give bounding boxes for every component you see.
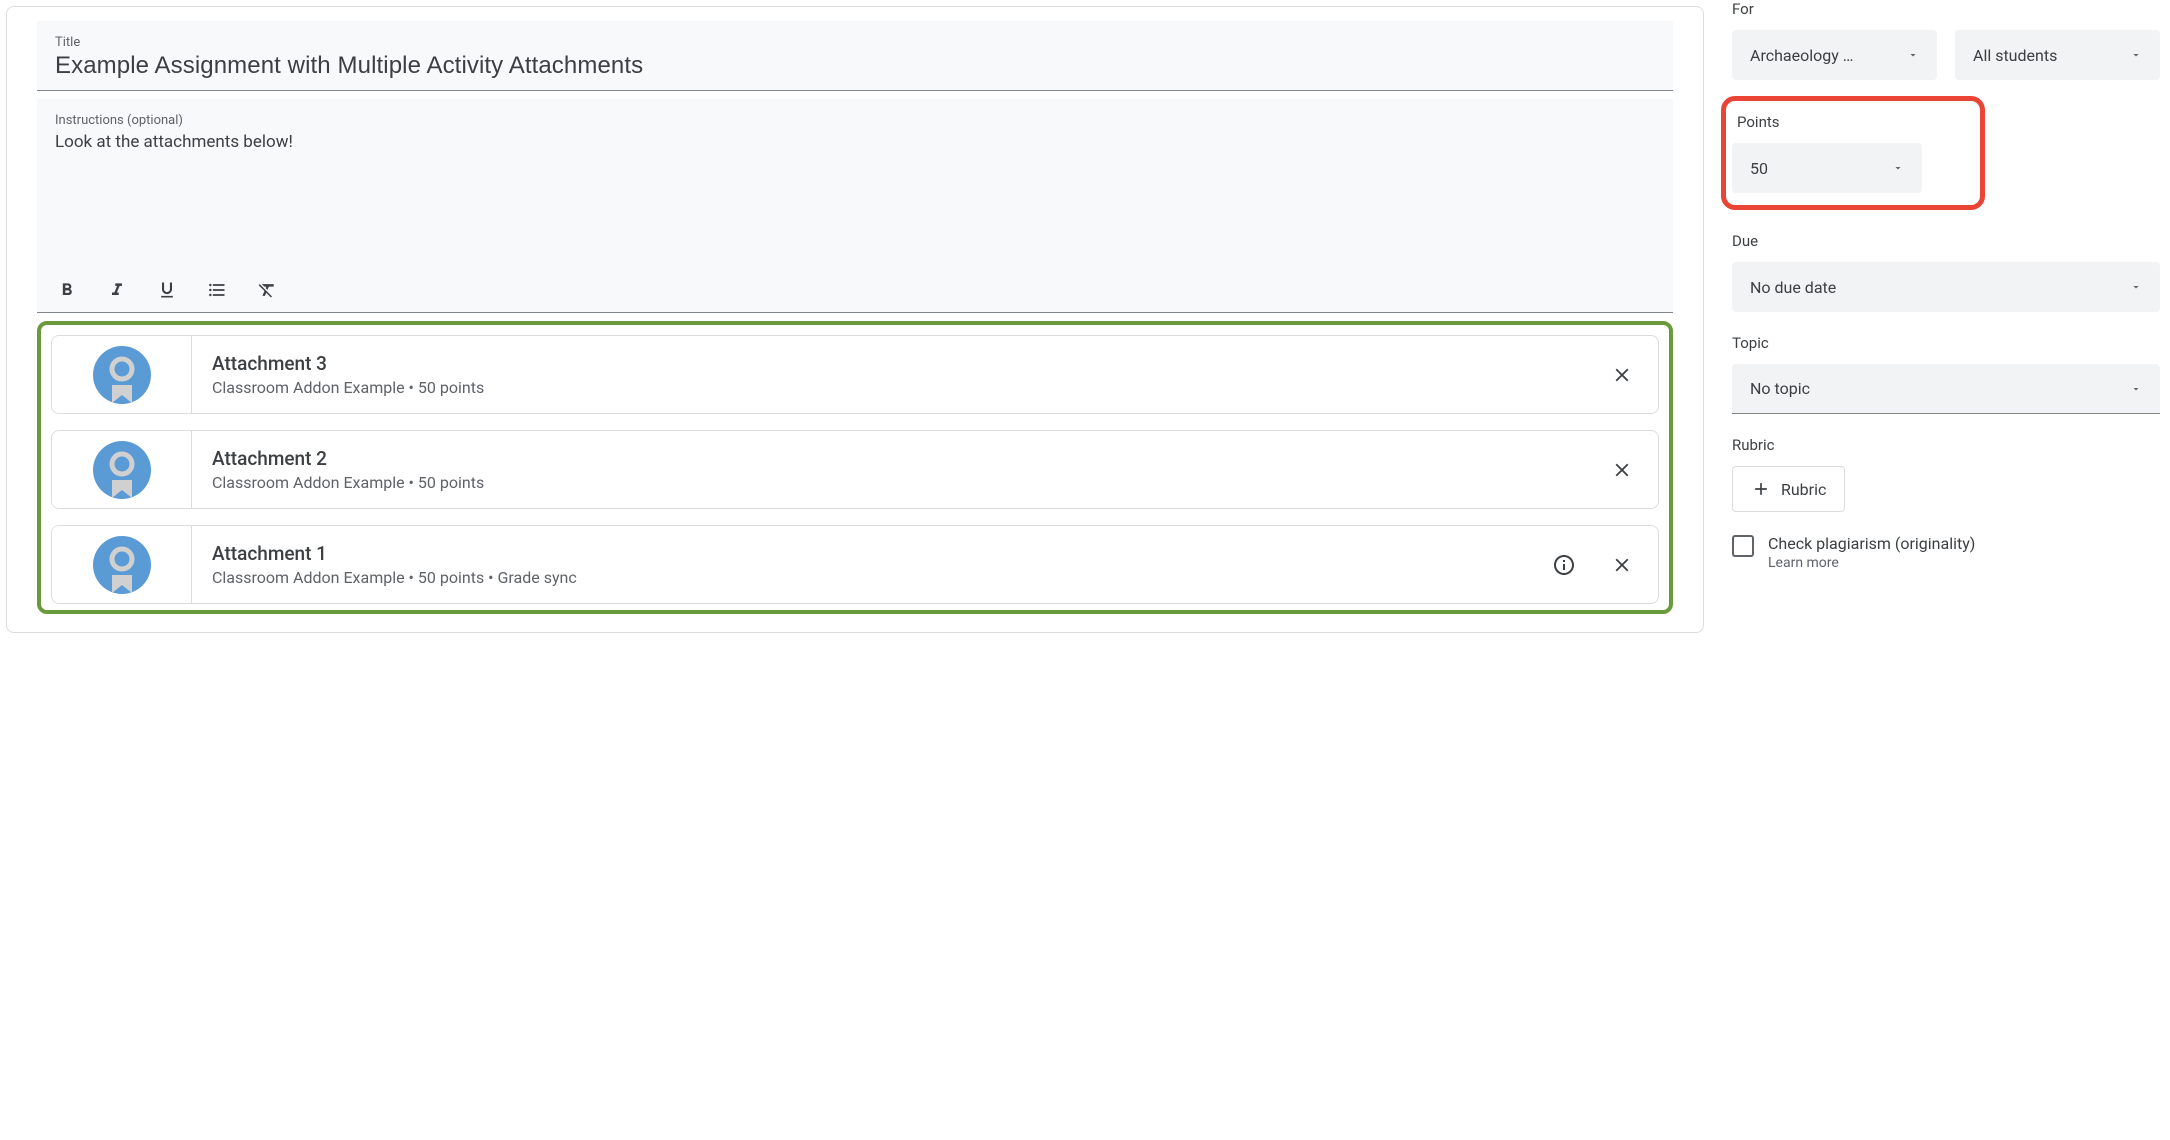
points-label: Points: [1737, 113, 1922, 131]
italic-button[interactable]: [105, 278, 129, 302]
rubric-button-label: Rubric: [1781, 480, 1826, 499]
addon-icon: [92, 535, 152, 595]
class-selector-value: Archaeology …: [1750, 46, 1853, 65]
due-date-dropdown[interactable]: No due date: [1732, 262, 2160, 312]
attachment-meta: Classroom Addon Example • 50 points • Gr…: [212, 568, 1530, 587]
add-rubric-button[interactable]: Rubric: [1732, 466, 1845, 512]
underline-button[interactable]: [155, 278, 179, 302]
plagiarism-checkbox[interactable]: [1732, 535, 1754, 557]
chevron-down-icon: [2130, 281, 2142, 293]
addon-icon: [92, 440, 152, 500]
attachment-card: Attachment 2 Classroom Addon Example • 5…: [51, 430, 1659, 509]
remove-attachment-button[interactable]: [1608, 551, 1636, 579]
assignment-editor-card: Title Instructions (optional): [6, 6, 1704, 633]
attachments-area: Attachment 3 Classroom Addon Example • 5…: [37, 321, 1673, 614]
attachment-info-button[interactable]: [1550, 551, 1578, 579]
chevron-down-icon: [1892, 162, 1904, 174]
plus-icon: [1751, 479, 1771, 499]
points-dropdown[interactable]: 50: [1732, 143, 1922, 193]
due-date-value: No due date: [1750, 278, 1836, 297]
addon-icon: [92, 345, 152, 405]
students-selector-value: All students: [1973, 46, 2057, 65]
bold-button[interactable]: [55, 278, 79, 302]
chevron-down-icon: [1907, 49, 1919, 61]
chevron-down-icon: [2130, 49, 2142, 61]
attachment-title: Attachment 1: [212, 542, 1530, 565]
title-label: Title: [55, 35, 1655, 50]
remove-attachment-button[interactable]: [1608, 361, 1636, 389]
formatting-toolbar: [37, 266, 1673, 313]
remove-attachment-button[interactable]: [1608, 456, 1636, 484]
attachment-card: Attachment 1 Classroom Addon Example • 5…: [51, 525, 1659, 604]
class-selector-dropdown[interactable]: Archaeology …: [1732, 30, 1937, 80]
students-selector-dropdown[interactable]: All students: [1955, 30, 2160, 80]
assignment-settings-sidebar: For Archaeology … All students Points 50: [1710, 0, 2170, 639]
close-icon: [1611, 364, 1633, 386]
attachment-thumbnail: [52, 526, 192, 603]
attachment-title: Attachment 3: [212, 352, 1588, 375]
title-input[interactable]: [55, 52, 1655, 80]
attachment-title: Attachment 2: [212, 447, 1588, 470]
instructions-label: Instructions (optional): [55, 113, 1655, 128]
points-value: 50: [1750, 159, 1768, 178]
bullet-list-button[interactable]: [205, 278, 229, 302]
clear-formatting-button[interactable]: [255, 278, 279, 302]
title-field[interactable]: Title: [37, 21, 1673, 91]
for-label: For: [1732, 0, 2160, 18]
attachment-thumbnail: [52, 431, 192, 508]
attachment-meta: Classroom Addon Example • 50 points: [212, 473, 1588, 492]
close-icon: [1611, 459, 1633, 481]
attachment-card: Attachment 3 Classroom Addon Example • 5…: [51, 335, 1659, 414]
close-icon: [1611, 554, 1633, 576]
topic-value: No topic: [1750, 379, 1810, 398]
topic-dropdown[interactable]: No topic: [1732, 364, 2160, 414]
attachment-meta: Classroom Addon Example • 50 points: [212, 378, 1588, 397]
topic-label: Topic: [1732, 334, 2160, 352]
instructions-input[interactable]: [55, 132, 1655, 252]
learn-more-link[interactable]: Learn more: [1768, 555, 1975, 571]
plagiarism-label: Check plagiarism (originality): [1768, 534, 1975, 553]
attachment-thumbnail: [52, 336, 192, 413]
due-label: Due: [1732, 232, 2160, 250]
rubric-label: Rubric: [1732, 436, 2160, 454]
points-highlight: Points 50: [1721, 96, 1985, 210]
info-icon: [1552, 553, 1576, 577]
instructions-field[interactable]: Instructions (optional): [37, 99, 1673, 266]
chevron-down-icon: [2130, 383, 2142, 395]
